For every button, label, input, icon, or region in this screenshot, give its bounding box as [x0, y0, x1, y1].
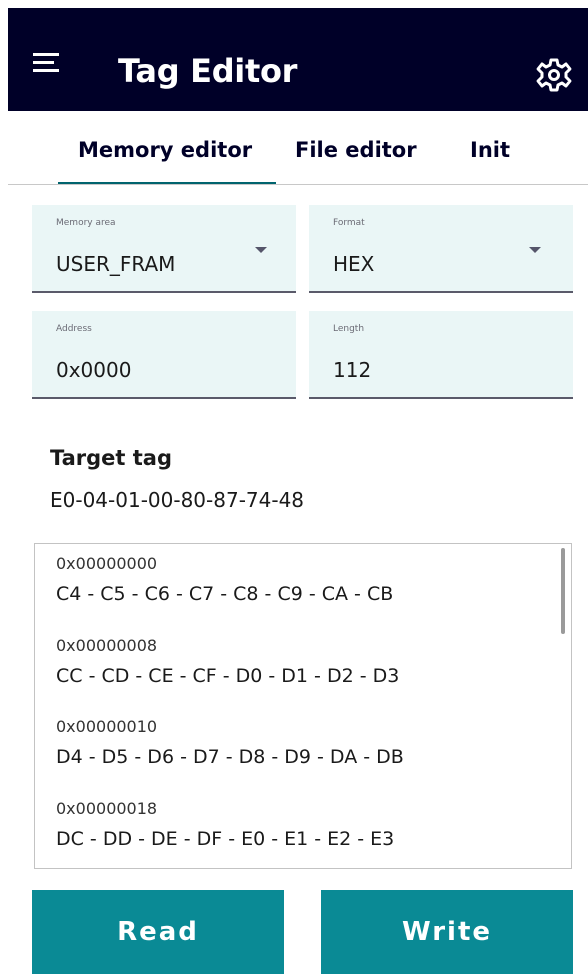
tab-bar: Memory editor File editor Init: [8, 111, 588, 186]
caret-down-icon: [529, 247, 541, 253]
memory-row-bytes: D4 - D5 - D6 - D7 - D8 - D9 - DA - DB: [56, 746, 404, 768]
memory-row-address: 0x00000010: [56, 717, 158, 736]
memory-row: 0x00000000 C4 - C5 - C6 - C7 - C8 - C9 -…: [56, 554, 393, 607]
caret-down-icon: [255, 247, 267, 253]
memory-row-address: 0x00000008: [56, 636, 158, 655]
read-button[interactable]: Read: [32, 890, 284, 974]
write-button[interactable]: Write: [321, 890, 573, 974]
length-label: Length: [333, 324, 365, 334]
app-title: Tag Editor: [118, 52, 298, 90]
memory-row-address: 0x00000000: [56, 554, 158, 573]
memory-area-select[interactable]: Memory area USER_FRAM: [32, 205, 296, 293]
target-tag-title: Target tag: [50, 446, 173, 470]
address-label: Address: [56, 324, 92, 334]
tab-init[interactable]: Init: [470, 137, 510, 163]
memory-row-bytes: CC - CD - CE - CF - D0 - D1 - D2 - D3: [56, 665, 400, 687]
memory-area-label: Memory area: [56, 218, 116, 228]
memory-row: 0x00000010 D4 - D5 - D6 - D7 - D8 - D9 -…: [56, 717, 404, 770]
memory-row: 0x00000008 CC - CD - CE - CF - D0 - D1 -…: [56, 636, 399, 689]
length-field[interactable]: Length 112: [309, 311, 573, 399]
gear-icon[interactable]: [535, 56, 573, 94]
memory-hex-list[interactable]: 0x00000000 C4 - C5 - C6 - C7 - C8 - C9 -…: [34, 543, 572, 869]
memory-row-bytes: C4 - C5 - C6 - C7 - C8 - C9 - CA - CB: [56, 583, 394, 605]
memory-row-bytes: DC - DD - DE - DF - E0 - E1 - E2 - E3: [56, 828, 395, 850]
memory-row: 0x00000018 DC - DD - DE - DF - E0 - E1 -…: [56, 799, 394, 852]
tab-file-editor[interactable]: File editor: [295, 137, 417, 163]
memory-list-scrollbar[interactable]: [561, 548, 565, 634]
memory-row-address: 0x00000018: [56, 799, 158, 818]
target-tag-value: E0-04-01-00-80-87-74-48: [50, 488, 305, 512]
tag-editor-screen: Tag Editor Memory editor File editor Ini…: [0, 0, 588, 977]
address-field[interactable]: Address 0x0000: [32, 311, 296, 399]
address-value: 0x0000: [56, 358, 132, 382]
memory-area-value: USER_FRAM: [56, 252, 176, 276]
app-bar: Tag Editor: [8, 8, 588, 111]
tabs-divider: [8, 184, 588, 185]
hamburger-menu-icon[interactable]: [30, 42, 70, 82]
format-label: Format: [333, 218, 365, 228]
format-value: HEX: [333, 252, 375, 276]
format-select[interactable]: Format HEX: [309, 205, 573, 293]
tab-memory-editor[interactable]: Memory editor: [78, 137, 252, 163]
length-value: 112: [333, 358, 372, 382]
